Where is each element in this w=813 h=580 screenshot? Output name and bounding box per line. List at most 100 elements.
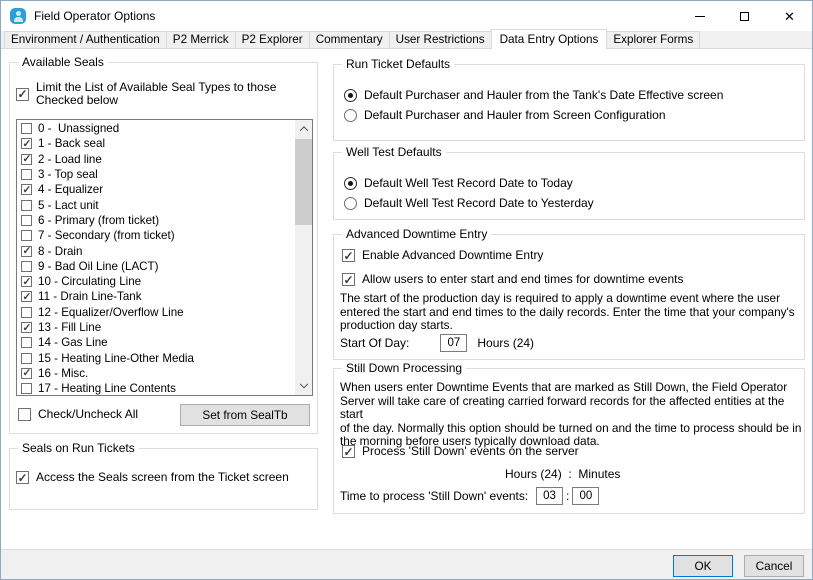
still-down-hours-input[interactable] (536, 487, 563, 505)
seal-item[interactable]: 14 - Gas Line (17, 335, 295, 350)
access-seals-checkbox[interactable] (16, 471, 29, 485)
seal-label: 9 - Bad Oil Line (LACT) (38, 259, 159, 273)
limit-seal-types-checkbox[interactable] (16, 87, 29, 101)
seal-label: 6 - Primary (from ticket) (38, 213, 160, 227)
still-down-minutes-input[interactable] (572, 487, 600, 505)
start-of-day-label: Start Of Day: (340, 336, 410, 350)
tab-data-entry-options[interactable]: Data Entry Options (490, 29, 608, 49)
check-uncheck-all-checkbox[interactable] (18, 408, 31, 421)
seal-item[interactable]: 13 - Fill Line (17, 320, 295, 335)
seal-checkbox[interactable] (21, 276, 32, 288)
seal-label: 4 - Equalizer (38, 183, 104, 197)
tab-p2-explorer[interactable]: P2 Explorer (234, 31, 310, 48)
seal-list-scrollbar[interactable] (295, 120, 312, 395)
radio-default-purchaser-and-hauler-from-the-tank-s-date-effective-screen[interactable] (344, 89, 357, 102)
cancel-button[interactable]: Cancel (744, 555, 804, 577)
seal-item[interactable]: 2 - Load line (17, 152, 295, 167)
seal-checkbox[interactable] (21, 184, 32, 196)
seal-checkbox[interactable] (21, 153, 32, 165)
scroll-up-icon[interactable] (295, 120, 312, 137)
radio-row-default-purchaser-and-hauler-from-the-tank-s-date-effective-screen[interactable]: Default Purchaser and Hauler from the Ta… (344, 89, 723, 102)
seal-label: 17 - Heating Line Contents (38, 382, 176, 396)
group-run-ticket-defaults-title: Run Ticket Defaults (342, 57, 455, 72)
limit-seal-types-label: Limit the List of Available Seal Types t… (36, 80, 277, 107)
process-still-down-label: Process 'Still Down' events on the serve… (362, 444, 579, 458)
seal-item[interactable]: 0 - Unassigned (17, 121, 295, 136)
seal-item[interactable]: 11 - Drain Line-Tank (17, 289, 295, 304)
limit-seal-types-row: Limit the List of Available Seal Types t… (16, 81, 308, 107)
group-available-seals-title: Available Seals (18, 55, 108, 70)
seal-checkbox[interactable] (21, 169, 32, 181)
hours-minutes-label: Hours (24) : Minutes (505, 467, 621, 481)
scrollbar-thumb[interactable] (295, 139, 312, 225)
group-seals-on-run-tickets: Seals on Run Tickets Access the Seals sc… (9, 441, 318, 510)
seal-item[interactable]: 5 - Lact unit (17, 197, 295, 212)
tab-user-restrictions[interactable]: User Restrictions (388, 31, 492, 48)
seal-item[interactable]: 7 - Secondary (from ticket) (17, 228, 295, 243)
radio-label: Default Well Test Record Date to Yesterd… (364, 196, 594, 210)
tab-commentary[interactable]: Commentary (308, 31, 390, 48)
check-uncheck-all-row: Check/Uncheck All (18, 408, 138, 421)
seal-checkbox[interactable] (21, 337, 32, 349)
seal-item[interactable]: 12 - Equalizer/Overflow Line (17, 305, 295, 320)
seal-item[interactable]: 8 - Drain (17, 243, 295, 258)
seal-item[interactable]: 1 - Back seal (17, 136, 295, 151)
radio-label: Default Purchaser and Hauler from the Ta… (364, 88, 724, 102)
seal-item[interactable]: 15 - Heating Line-Other Media (17, 350, 295, 365)
seal-item[interactable]: 4 - Equalizer (17, 182, 295, 197)
seal-label: 12 - Equalizer/Overflow Line (38, 305, 184, 319)
radio-row-default-well-test-record-date-to-yesterday[interactable]: Default Well Test Record Date to Yesterd… (344, 197, 594, 210)
seal-checkbox[interactable] (21, 306, 32, 318)
allow-start-end-times-label: Allow users to enter start and end times… (362, 272, 684, 286)
close-button[interactable]: ✕ (767, 1, 812, 31)
enable-advanced-downtime-checkbox[interactable] (342, 249, 355, 263)
seal-item[interactable]: 10 - Circulating Line (17, 274, 295, 289)
tab-environment-authentication[interactable]: Environment / Authentication (4, 31, 167, 48)
radio-default-well-test-record-date-to-today[interactable] (344, 177, 357, 190)
seal-checkbox[interactable] (21, 291, 32, 303)
seal-checkbox[interactable] (21, 383, 32, 395)
seal-checkbox[interactable] (21, 245, 32, 257)
seal-checkbox[interactable] (21, 123, 32, 135)
time-colon-label: : (566, 489, 570, 503)
seal-checkbox[interactable] (21, 260, 32, 272)
seal-label: 5 - Lact unit (38, 198, 99, 212)
radio-default-well-test-record-date-to-yesterday[interactable] (344, 197, 357, 210)
ok-button[interactable]: OK (673, 555, 733, 577)
start-of-day-input[interactable] (440, 334, 468, 352)
seal-checkbox[interactable] (21, 352, 32, 364)
tab-p2-merrick[interactable]: P2 Merrick (165, 31, 236, 48)
maximize-button[interactable] (722, 1, 767, 31)
seal-checkbox[interactable] (21, 230, 32, 242)
tab-strip: Environment / Authentication P2 Merrick P2… (1, 29, 812, 49)
scroll-down-icon[interactable] (295, 378, 312, 395)
tab-explorer-forms[interactable]: Explorer Forms (606, 31, 701, 48)
process-still-down-checkbox[interactable] (342, 445, 355, 459)
seal-item[interactable]: 16 - Misc. (17, 366, 295, 381)
seal-checkbox[interactable] (21, 199, 32, 211)
minimize-button[interactable] (677, 1, 722, 31)
set-from-sealtb-button[interactable]: Set from SealTb (180, 404, 310, 426)
radio-row-default-purchaser-and-hauler-from-screen-configuration[interactable]: Default Purchaser and Hauler from Screen… (344, 109, 666, 122)
group-available-seals: Available Seals Limit the List of Availa… (9, 55, 318, 434)
seal-item[interactable]: 9 - Bad Oil Line (LACT) (17, 259, 295, 274)
group-advanced-downtime-title: Advanced Downtime Entry (342, 227, 492, 242)
seal-checkbox[interactable] (21, 214, 32, 226)
radio-default-purchaser-and-hauler-from-screen-configuration[interactable] (344, 109, 357, 122)
seal-checkbox[interactable] (21, 138, 32, 150)
start-of-day-hours-label: Hours (24) (477, 336, 535, 350)
seal-item[interactable]: 3 - Top seal (17, 167, 295, 182)
minimize-icon (694, 15, 705, 17)
group-still-down-title: Still Down Processing (342, 361, 467, 376)
seal-item[interactable]: 6 - Primary (from ticket) (17, 213, 295, 228)
maximize-icon (740, 11, 749, 21)
radio-row-default-well-test-record-date-to-today[interactable]: Default Well Test Record Date to Today (344, 177, 573, 190)
seal-checkbox[interactable] (21, 322, 32, 334)
allow-start-end-times-checkbox[interactable] (342, 273, 355, 287)
seal-label: 14 - Gas Line (38, 336, 108, 350)
seal-item[interactable]: 17 - Heating Line Contents (17, 381, 295, 396)
group-run-ticket-defaults: Run Ticket Defaults Default Purchaser an… (333, 57, 805, 141)
seal-checkbox[interactable] (21, 367, 32, 379)
seal-list[interactable]: 0 - Unassigned1 - Back seal2 - Load line… (16, 119, 313, 396)
seal-rows: 0 - Unassigned1 - Back seal2 - Load line… (17, 121, 295, 396)
